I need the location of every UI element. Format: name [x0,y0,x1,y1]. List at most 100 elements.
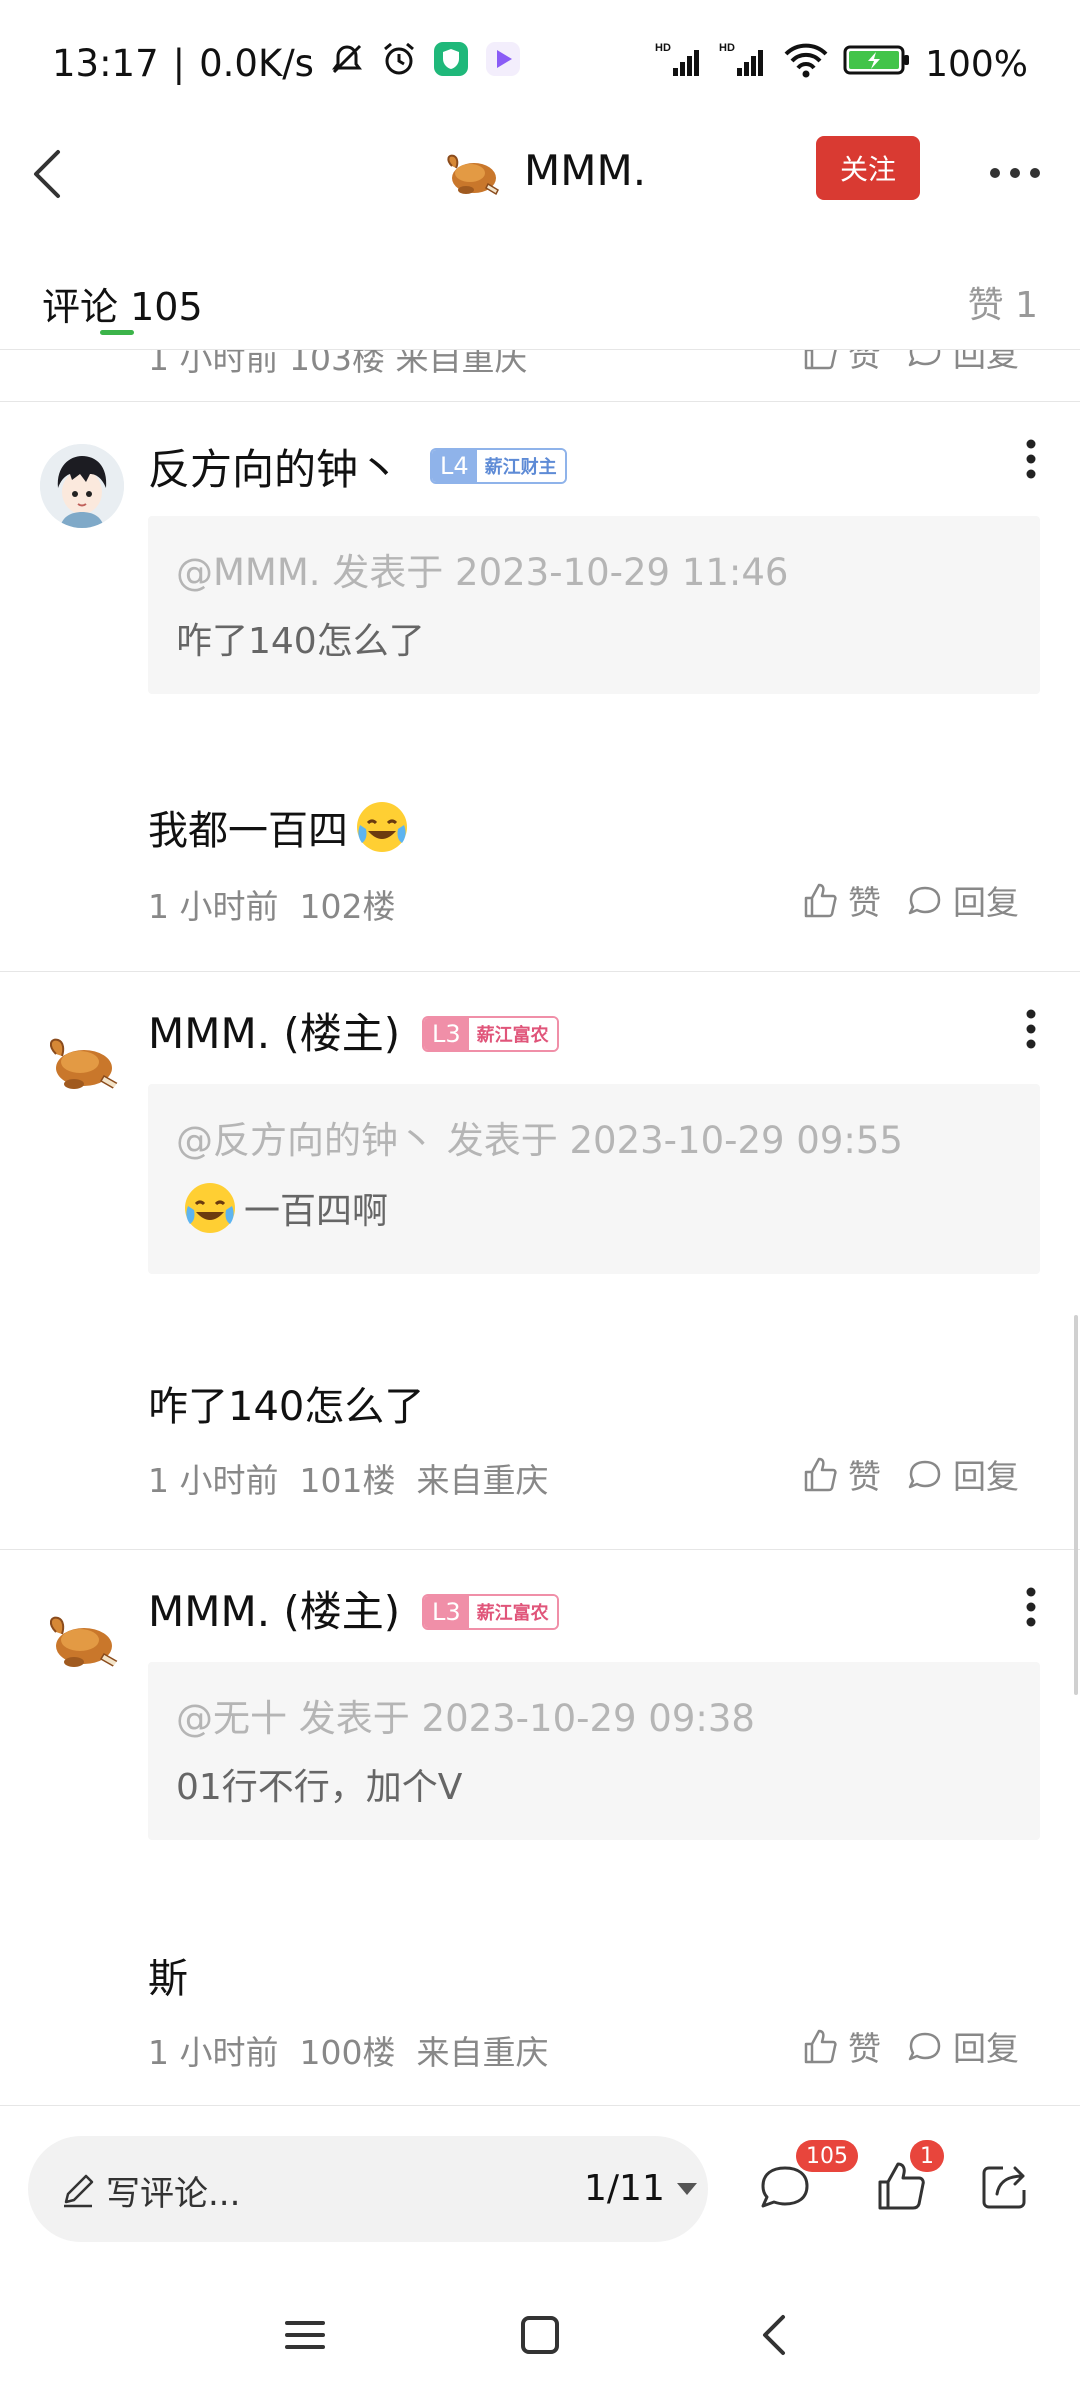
roast-chicken-avatar [40,1018,124,1102]
quoted-reply[interactable]: @无十 发表于 2023-10-29 09:38 01行不行，加个V [148,1662,1040,1840]
quote-body: 一百四啊 [182,1180,388,1236]
page-indicator: 1/11 [584,2168,665,2209]
crying-laugh-emoji-icon [185,1183,235,1233]
partial-reply-button[interactable]: 回复 [905,350,1019,376]
alarm-icon [380,40,418,87]
comment-time: 1 小时前 [148,887,279,926]
back-nav-button[interactable] [745,2305,805,2365]
username[interactable]: 反方向的钟丶 [148,436,400,497]
partial-reply-label: 回复 [953,350,1019,374]
roast-chicken-avatar [40,1596,124,1680]
comment-floor: 101楼 [299,1461,396,1500]
level-badge: L4 薪江财主 [430,448,567,484]
share-button[interactable] [975,2156,1035,2216]
quoted-reply[interactable]: @反方向的钟丶 发表于 2023-10-29 09:55 一百四啊 [148,1084,1040,1274]
tab-active-indicator [100,330,134,335]
partial-actions: 赞 回复 [800,350,1019,376]
level-badge: L3 薪江富农 [422,1594,559,1630]
signal-1-icon: HD [655,40,705,89]
home-square-icon [521,2316,559,2354]
partial-like-button[interactable]: 赞 [800,350,881,376]
like-button[interactable]: 赞 [800,2022,881,2070]
tab-likes[interactable]: 赞 1 [968,276,1038,328]
comment-meta: 1 小时前 100楼 来自重庆 [148,2026,548,2074]
reply-button[interactable]: 回复 [905,1450,1019,1498]
reply-button[interactable]: 回复 [905,2022,1019,2070]
comment-menu-button[interactable] [1016,434,1046,484]
like-label: 赞 [848,883,881,922]
signal-2-icon: HD [719,40,769,89]
back-button[interactable] [20,134,90,214]
thumbs-up-icon [804,1457,837,1492]
wifi-icon [783,40,829,89]
comment-actions: 赞 回复 [800,876,1019,924]
reply-label: 回复 [953,1457,1019,1496]
top-nav: MMM. 关注 [0,120,1080,230]
pencil-icon [64,2174,94,2208]
tab-bar: 评论 105 赞 1 [0,260,1080,350]
svg-text:HD: HD [719,42,735,54]
battery-percent: 100% [925,44,1028,85]
comment-menu-button[interactable] [1016,1004,1046,1054]
write-comment-input[interactable]: 写评论... 1/11 [28,2136,708,2242]
quoted-reply[interactable]: @MMM. 发表于 2023-10-29 11:46 咋了140怎么了 [148,516,1040,694]
quote-header: @MMM. 发表于 2023-10-29 11:46 [176,551,789,594]
comment-text: 咋了140怎么了 [148,1384,425,1430]
follow-button[interactable]: 关注 [816,136,920,200]
battery-icon [843,43,911,86]
user-avatar[interactable] [40,1018,124,1102]
comment-content: 咋了140怎么了 [148,1374,424,1432]
comment-location: 来自重庆 [416,1461,549,1500]
back-triangle-icon [763,2315,785,2355]
partial-like-label: 赞 [848,350,881,374]
chat-bubble-icon [908,350,941,367]
reply-label: 回复 [953,883,1019,922]
user-avatar[interactable] [40,1596,124,1680]
comment-location: 来自重庆 [416,2033,549,2072]
comment-item: 反方向的钟丶 L4 薪江财主 @MMM. 发表于 2023-10-29 11:4… [0,402,1080,972]
username[interactable]: MMM. (楼主) [148,1578,400,1639]
thumbs-up-icon [804,883,837,918]
more-dots-icon [990,168,1040,178]
level-text: L4 [432,450,477,482]
like-label: 赞 [848,2029,881,2068]
comment-menu-button[interactable] [1016,1582,1046,1632]
thumbs-up-icon [804,2029,837,2064]
comment-actions: 赞 回复 [800,1450,1019,1498]
username[interactable]: MMM. (楼主) [148,1000,400,1061]
level-text: L3 [424,1596,469,1628]
nav-title: MMM. [524,146,647,195]
like-count-badge: 1 [910,2140,944,2172]
level-title: 薪江富农 [468,1596,557,1628]
mute-icon [328,40,366,87]
kebab-menu-icon [1026,439,1036,479]
user-avatar[interactable] [40,444,124,528]
more-button[interactable] [980,148,1050,198]
partial-meta: 1 小时前 103楼 来自重庆 [148,350,528,378]
comment-meta: 1 小时前 102楼 [148,880,395,928]
comment-content: 我都一百四 [148,798,410,856]
like-button[interactable]: 赞 [800,876,881,924]
quote-body: 01行不行，加个V [176,1758,462,1810]
level-title: 薪江富农 [468,1018,557,1050]
level-text: L3 [424,1018,469,1050]
status-divider: | [172,42,186,85]
comment-count-badge: 105 [796,2140,858,2172]
tab-comments[interactable]: 评论 105 [42,276,203,331]
thumbs-up-icon [804,350,837,370]
comment-meta: 1 小时前 101楼 来自重庆 [148,1454,548,1502]
quote-text: 咋了140怎么了 [176,621,425,662]
comment-time: 1 小时前 [148,1461,279,1500]
scrollbar[interactable] [1074,1315,1078,1695]
write-comment-placeholder: 写评论... [106,2174,241,2214]
quote-body: 咋了140怎么了 [176,612,425,664]
reply-button[interactable]: 回复 [905,876,1019,924]
status-time: 13:17 [52,42,159,85]
menu-icon [285,2321,325,2349]
home-nav-button[interactable] [510,2305,570,2365]
page-selector[interactable]: 1/11 [584,2168,699,2209]
play-app-icon [484,40,522,87]
nav-avatar[interactable] [440,140,504,204]
menu-nav-button[interactable] [275,2305,335,2365]
like-button[interactable]: 赞 [800,1450,881,1498]
